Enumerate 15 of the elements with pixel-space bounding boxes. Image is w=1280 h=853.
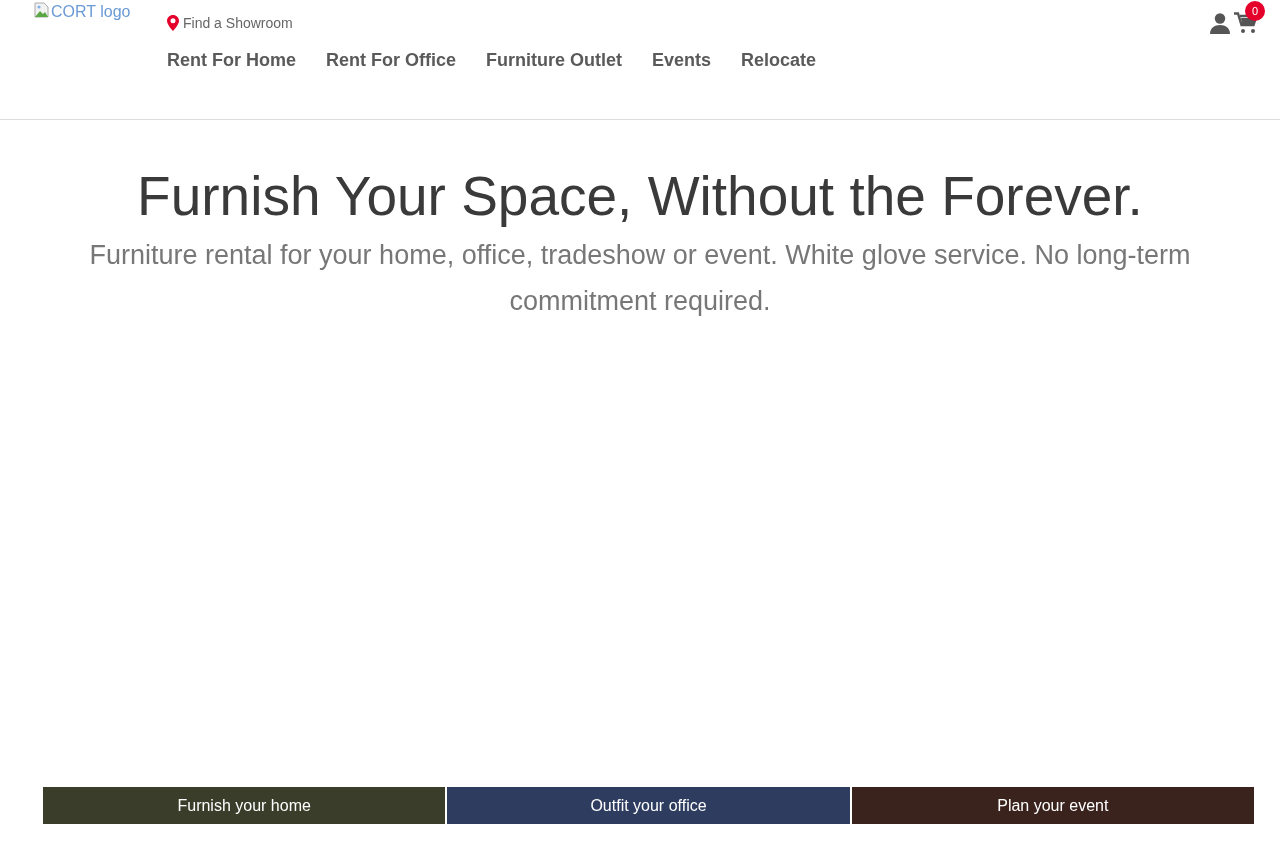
find-showroom-link[interactable]: Find a Showroom <box>167 13 293 33</box>
hero-title: Furnish Your Space, Without the Forever. <box>137 164 1143 229</box>
category-button[interactable]: Outfit your office <box>447 787 850 824</box>
map-pin-icon <box>167 15 179 31</box>
nav-link[interactable]: Rent For Home <box>167 48 296 72</box>
nav-link[interactable]: Furniture Outlet <box>486 48 623 72</box>
hero-subtitle: Furniture rental for your home, office, tradeshow or event. White glove service. No long-term commitment required. <box>88 239 1192 318</box>
broken-image-icon <box>34 2 50 18</box>
nav-link[interactable]: Events <box>652 48 712 72</box>
user-icon[interactable] <box>1210 13 1230 34</box>
cart-count-badge: 0 <box>1245 1 1265 21</box>
nav-link[interactable]: Rent For Office <box>326 48 457 72</box>
category-button[interactable]: Furnish your home <box>43 787 446 824</box>
nav-link[interactable]: Relocate <box>741 48 817 72</box>
category-button[interactable]: Plan your event <box>851 787 1254 824</box>
